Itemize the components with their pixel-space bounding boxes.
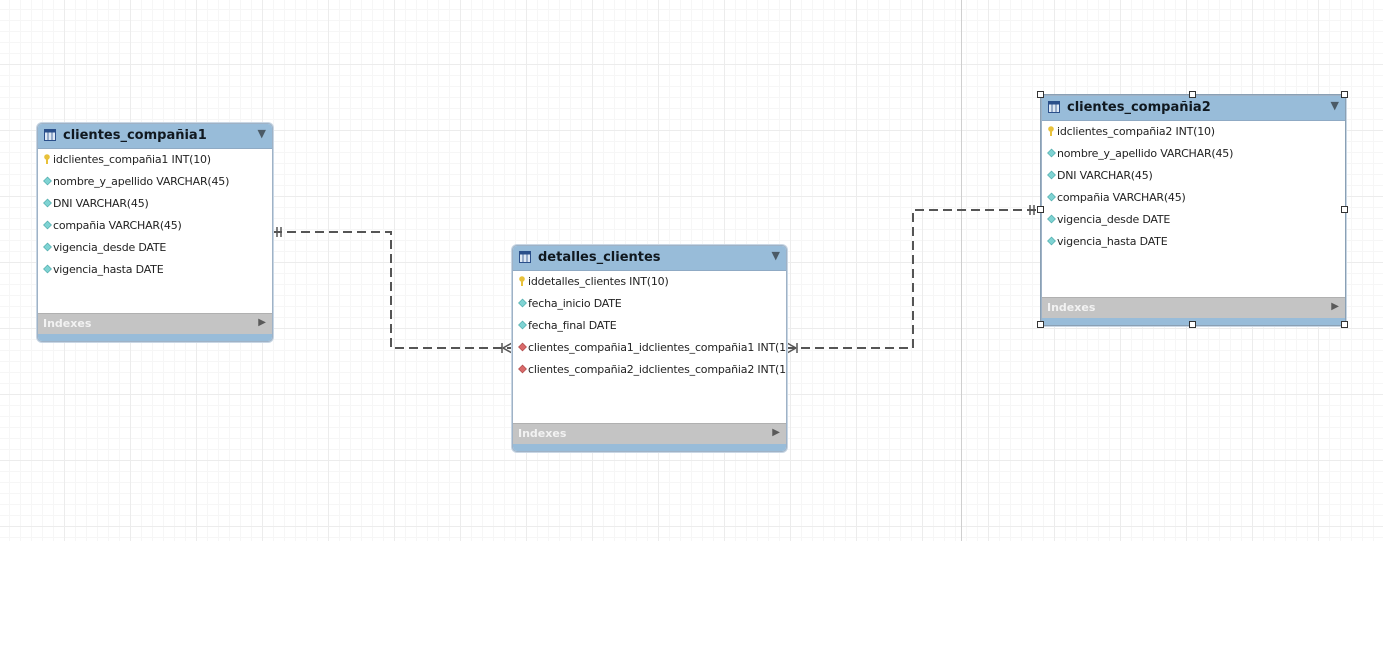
- table-icon: [1048, 101, 1060, 113]
- column-row[interactable]: DNI VARCHAR(45): [38, 193, 272, 215]
- table-detalles-clientes[interactable]: detalles_clientes ▼ iddetalles_clientes …: [512, 245, 787, 452]
- column-row[interactable]: fecha_inicio DATE: [513, 293, 786, 315]
- resize-handle-right[interactable]: [1341, 206, 1348, 213]
- diamond-icon: [43, 242, 52, 252]
- column-label: DNI VARCHAR(45): [1057, 169, 1153, 182]
- table-header[interactable]: detalles_clientes ▼: [513, 246, 786, 271]
- indexes-section[interactable]: Indexes ▶: [1042, 297, 1345, 318]
- column-list: idclientes_compañia2 INT(10) nombre_y_ap…: [1042, 121, 1345, 253]
- column-row[interactable]: vigencia_hasta DATE: [1042, 231, 1345, 253]
- column-label: clientes_compañia2_idclientes_compañia2 …: [528, 363, 787, 376]
- triangle-right-icon[interactable]: ▶: [258, 317, 266, 328]
- column-label: DNI VARCHAR(45): [53, 197, 149, 210]
- column-row[interactable]: vigencia_desde DATE: [1042, 209, 1345, 231]
- diamond-icon: [518, 320, 527, 330]
- column-row[interactable]: nombre_y_apellido VARCHAR(45): [38, 171, 272, 193]
- column-label: vigencia_desde DATE: [53, 241, 167, 254]
- table-icon: [519, 251, 531, 263]
- table-name: clientes_compañia1: [63, 128, 207, 143]
- column-label: fecha_final DATE: [528, 319, 617, 332]
- column-row[interactable]: compañia VARCHAR(45): [38, 215, 272, 237]
- resize-handle-bottom[interactable]: [1189, 321, 1196, 328]
- indexes-section[interactable]: Indexes ▶: [38, 313, 272, 334]
- triangle-right-icon[interactable]: ▶: [1331, 301, 1339, 312]
- diamond-icon: [43, 198, 52, 208]
- indexes-section[interactable]: Indexes ▶: [513, 423, 786, 444]
- diagram-canvas[interactable]: clientes_compañia1 ▼ idclientes_compañia…: [0, 0, 1383, 541]
- resize-handle-top-left[interactable]: [1037, 91, 1044, 98]
- table-name: clientes_compañia2: [1067, 100, 1211, 115]
- relationship-clientes1-detalles[interactable]: [273, 227, 513, 354]
- key-icon: [1048, 126, 1054, 136]
- column-row[interactable]: vigencia_hasta DATE: [38, 259, 272, 281]
- resize-handle-bottom-left[interactable]: [1037, 321, 1044, 328]
- table-footer: [513, 444, 786, 451]
- column-row[interactable]: compañia VARCHAR(45): [1042, 187, 1345, 209]
- column-row[interactable]: vigencia_desde DATE: [38, 237, 272, 259]
- column-label: clientes_compañia1_idclientes_compañia1 …: [528, 341, 787, 354]
- page-boundary-line: [961, 0, 962, 541]
- resize-handle-top-right[interactable]: [1341, 91, 1348, 98]
- triangle-down-icon[interactable]: ▼: [1331, 99, 1339, 112]
- diamond-icon: [43, 176, 52, 186]
- key-icon: [519, 276, 525, 286]
- table-clientes-compania2[interactable]: clientes_compañia2 ▼ idclientes_compañia…: [1041, 95, 1346, 326]
- triangle-down-icon[interactable]: ▼: [772, 249, 780, 262]
- resize-handle-top[interactable]: [1189, 91, 1196, 98]
- resize-handle-left[interactable]: [1037, 206, 1044, 213]
- diamond-icon: [43, 220, 52, 230]
- column-label: nombre_y_apellido VARCHAR(45): [1057, 147, 1234, 160]
- resize-handle-bottom-right[interactable]: [1341, 321, 1348, 328]
- column-label: iddetalles_clientes INT(10): [528, 275, 669, 288]
- indexes-label: Indexes: [518, 427, 567, 440]
- column-label: nombre_y_apellido VARCHAR(45): [53, 175, 230, 188]
- column-row[interactable]: nombre_y_apellido VARCHAR(45): [1042, 143, 1345, 165]
- diamond-icon: [518, 298, 527, 308]
- table-clientes-compania1[interactable]: clientes_compañia1 ▼ idclientes_compañia…: [37, 123, 273, 342]
- diamond-icon: [1047, 148, 1056, 158]
- diamond-icon: [1047, 214, 1056, 224]
- column-row[interactable]: idclientes_compañia1 INT(10): [38, 149, 272, 171]
- indexes-label: Indexes: [1047, 301, 1096, 314]
- column-label: idclientes_compañia2 INT(10): [1057, 125, 1215, 138]
- column-row[interactable]: DNI VARCHAR(45): [1042, 165, 1345, 187]
- table-header[interactable]: clientes_compañia1 ▼: [38, 124, 272, 149]
- table-footer: [38, 334, 272, 341]
- column-row[interactable]: fecha_final DATE: [513, 315, 786, 337]
- column-row[interactable]: iddetalles_clientes INT(10): [513, 271, 786, 293]
- column-label: fecha_inicio DATE: [528, 297, 622, 310]
- column-row[interactable]: clientes_compañia2_idclientes_compañia2 …: [513, 359, 786, 381]
- column-row[interactable]: clientes_compañia1_idclientes_compañia1 …: [513, 337, 786, 359]
- red-diamond-icon: [518, 364, 527, 374]
- table-name: detalles_clientes: [538, 250, 661, 265]
- diamond-icon: [43, 264, 52, 274]
- column-label: vigencia_hasta DATE: [1057, 235, 1168, 248]
- indexes-label: Indexes: [43, 317, 92, 330]
- triangle-right-icon[interactable]: ▶: [772, 427, 780, 438]
- diamond-icon: [1047, 170, 1056, 180]
- triangle-down-icon[interactable]: ▼: [258, 127, 266, 140]
- red-diamond-icon: [518, 342, 527, 352]
- column-label: vigencia_desde DATE: [1057, 213, 1171, 226]
- column-label: compañia VARCHAR(45): [1057, 191, 1186, 204]
- column-label: idclientes_compañia1 INT(10): [53, 153, 211, 166]
- relationship-detalles-clientes2[interactable]: [786, 205, 1040, 354]
- table-icon: [44, 129, 56, 141]
- column-list: iddetalles_clientes INT(10) fecha_inicio…: [513, 271, 786, 381]
- diamond-icon: [1047, 192, 1056, 202]
- key-icon: [44, 154, 50, 164]
- diamond-icon: [1047, 236, 1056, 246]
- column-label: vigencia_hasta DATE: [53, 263, 164, 276]
- column-label: compañia VARCHAR(45): [53, 219, 182, 232]
- column-list: idclientes_compañia1 INT(10) nombre_y_ap…: [38, 149, 272, 281]
- column-row[interactable]: idclientes_compañia2 INT(10): [1042, 121, 1345, 143]
- table-header[interactable]: clientes_compañia2 ▼: [1042, 96, 1345, 121]
